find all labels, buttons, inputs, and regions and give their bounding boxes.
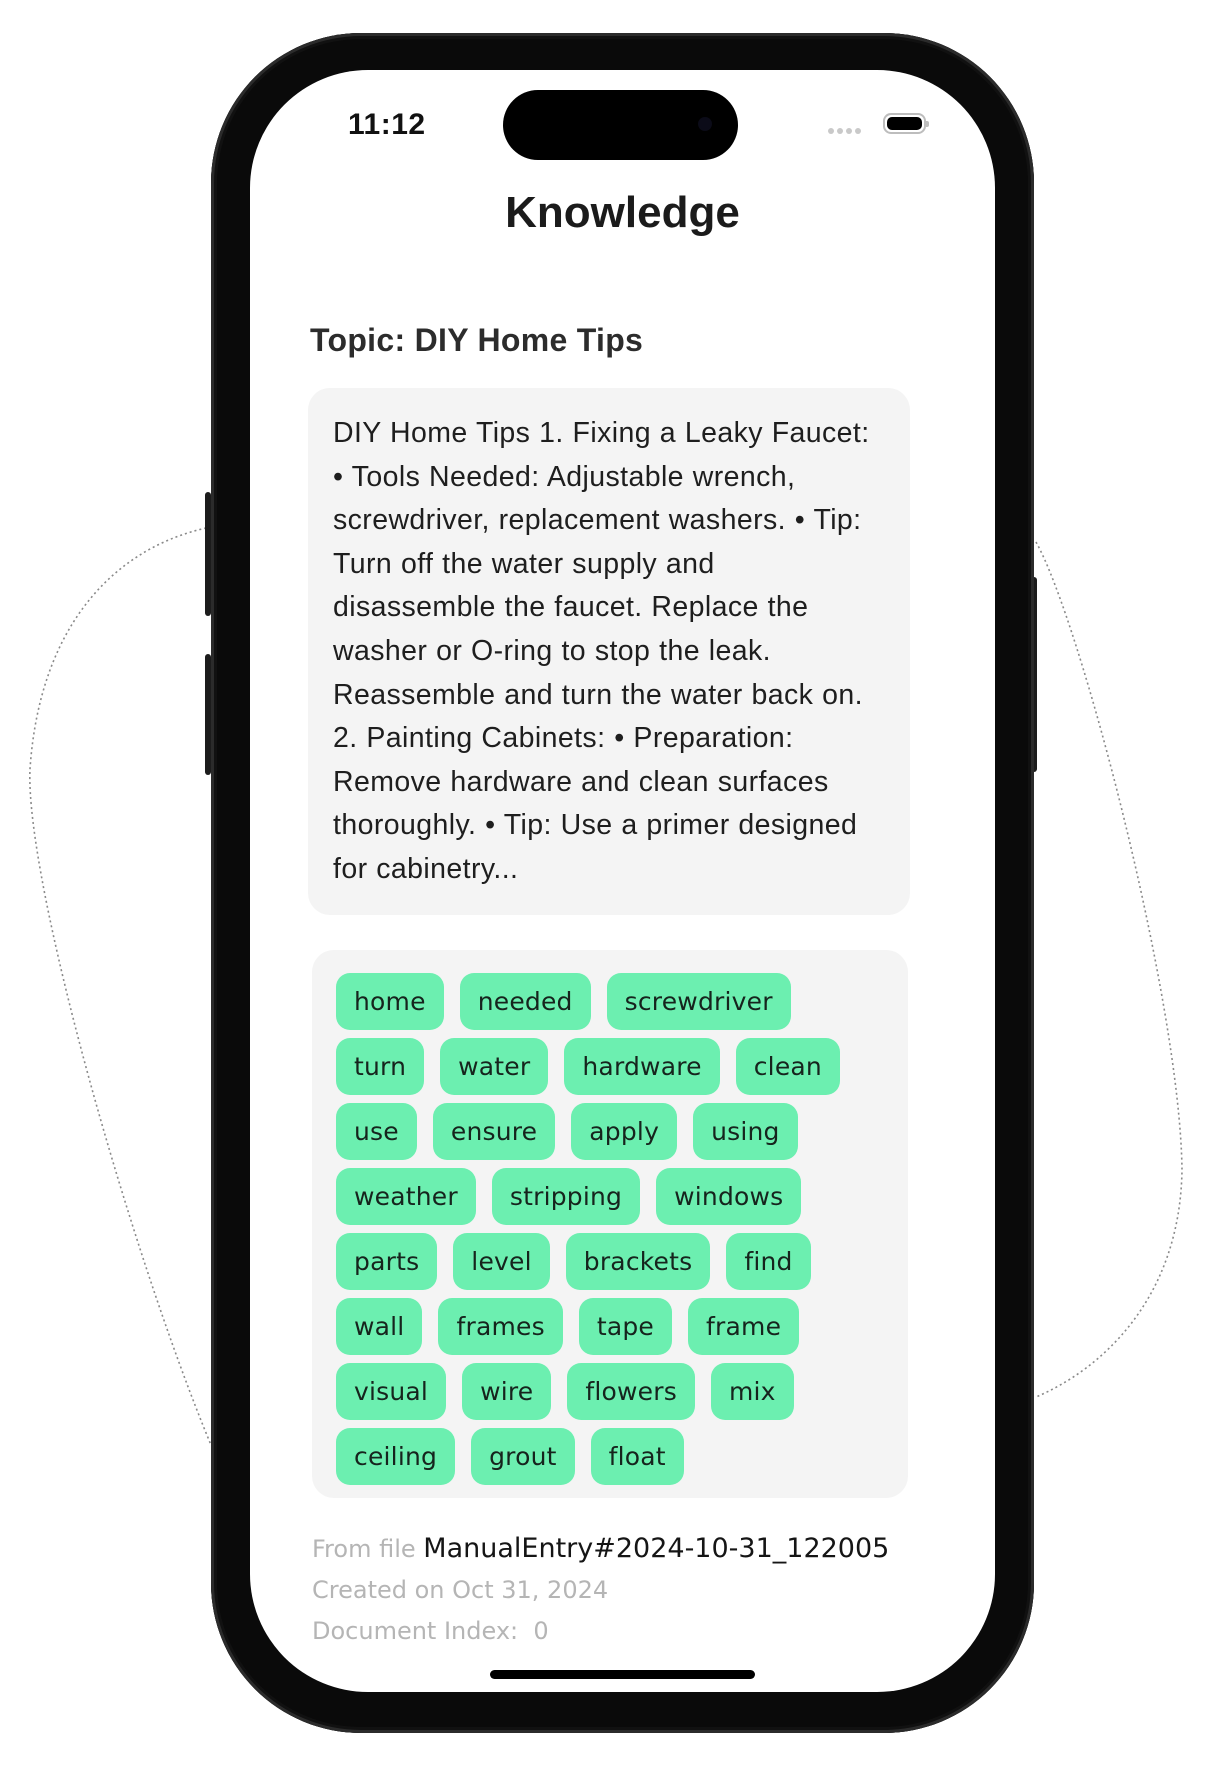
tag-chip[interactable]: find xyxy=(726,1233,811,1290)
tag-chip[interactable]: windows xyxy=(656,1168,802,1225)
tag-chip[interactable]: ensure xyxy=(432,1103,556,1160)
tag-chip[interactable]: screwdriver xyxy=(606,973,791,1030)
document-index-row: Document Index: 0 xyxy=(312,1611,889,1653)
tag-chip[interactable]: stripping xyxy=(491,1168,641,1225)
home-indicator[interactable] xyxy=(490,1670,755,1679)
tag-chip[interactable]: using xyxy=(693,1103,798,1160)
tag-chip[interactable]: mix xyxy=(710,1363,794,1420)
tag-chip[interactable]: wire xyxy=(462,1363,552,1420)
created-date: Created on Oct 31, 2024 xyxy=(312,1575,609,1604)
content-text: DIY Home Tips 1. Fixing a Leaky Faucet: … xyxy=(333,417,870,885)
tags-card: home needed screwdriver turn water hardware cl… xyxy=(312,950,908,1498)
camera-icon xyxy=(698,117,712,131)
tag-chip[interactable]: use xyxy=(336,1103,417,1160)
tag-chip[interactable]: clean xyxy=(735,1038,840,1095)
tag-chip[interactable]: grout xyxy=(471,1428,575,1485)
document-metadata: From file ManualEntry#2024-10-31_122005 … xyxy=(312,1528,889,1653)
tag-chip[interactable]: frame xyxy=(688,1298,800,1355)
tag-chip[interactable]: parts xyxy=(336,1233,438,1290)
tag-chip[interactable]: apply xyxy=(571,1103,678,1160)
tag-chip[interactable]: float xyxy=(590,1428,684,1485)
tag-chip[interactable]: turn xyxy=(336,1038,425,1095)
content-card: DIY Home Tips 1. Fixing a Leaky Faucet: … xyxy=(308,388,910,915)
battery-full-icon xyxy=(883,113,929,134)
tag-chip[interactable]: tape xyxy=(578,1298,673,1355)
signal-dots-icon xyxy=(828,128,861,134)
tag-list: home needed screwdriver turn water hardware cl… xyxy=(336,973,894,1485)
file-name: ManualEntry#2024-10-31_122005 xyxy=(423,1533,890,1564)
tag-chip[interactable]: frames xyxy=(438,1298,563,1355)
tag-chip[interactable]: home xyxy=(336,973,444,1030)
page-title: Knowledge xyxy=(505,188,740,237)
status-time: 11:12 xyxy=(348,108,426,141)
tag-chip[interactable]: flowers xyxy=(567,1363,695,1420)
tag-chip[interactable]: weather xyxy=(336,1168,476,1225)
tag-chip[interactable]: brackets xyxy=(565,1233,711,1290)
document-index-label: Document Index: xyxy=(312,1617,519,1645)
document-index-value: 0 xyxy=(533,1617,549,1645)
phone-screen: 11:12 Knowledge Topic: DIY Home Tips DIY… xyxy=(250,70,995,1692)
tag-chip[interactable]: visual xyxy=(336,1363,447,1420)
topic-heading: Topic: DIY Home Tips xyxy=(310,322,644,358)
tag-chip[interactable]: water xyxy=(440,1038,549,1095)
tag-chip[interactable]: ceiling xyxy=(336,1428,456,1485)
tag-chip[interactable]: wall xyxy=(336,1298,423,1355)
dynamic-island xyxy=(503,90,738,160)
source-file-row: From file ManualEntry#2024-10-31_122005 xyxy=(312,1528,889,1570)
tag-chip[interactable]: level xyxy=(453,1233,550,1290)
tag-chip[interactable]: hardware xyxy=(564,1038,720,1095)
from-file-label: From file xyxy=(312,1535,416,1563)
tag-chip[interactable]: needed xyxy=(459,973,591,1030)
